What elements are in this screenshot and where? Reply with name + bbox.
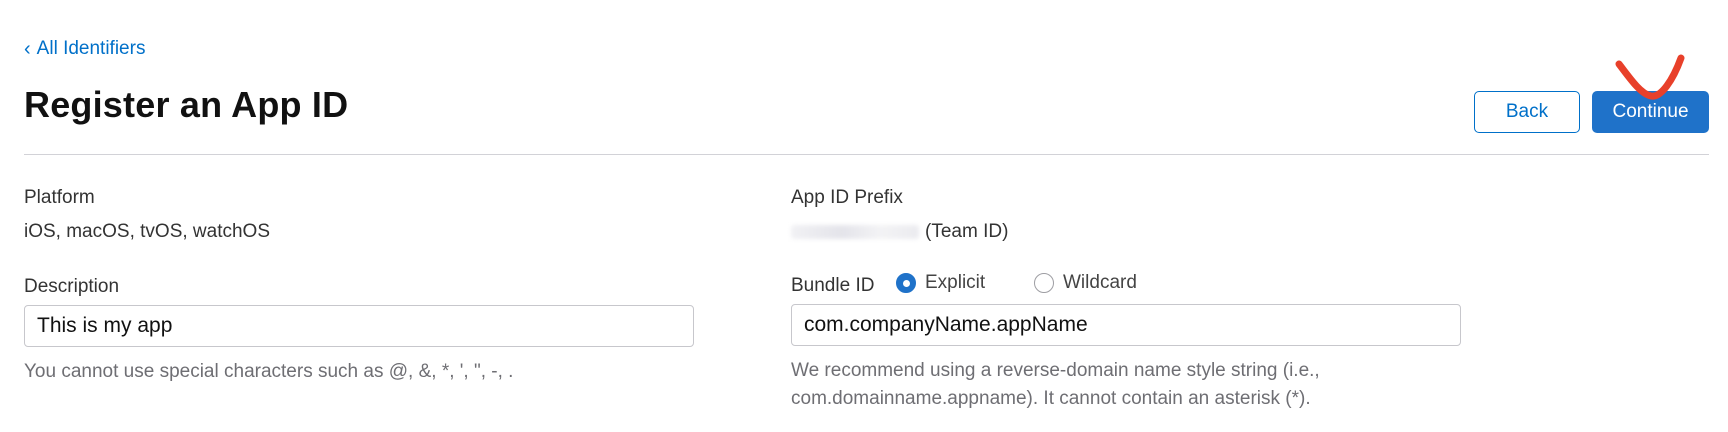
bundle-id-help-line1: We recommend using a reverse-domain name…: [791, 360, 1320, 381]
description-help-text: You cannot use special characters such a…: [24, 361, 514, 382]
team-id-suffix: (Team ID): [925, 221, 1009, 242]
redacted-team-id: [791, 224, 919, 239]
radio-wildcard[interactable]: Wildcard: [1034, 272, 1137, 294]
app-id-prefix-label: App ID Prefix: [791, 187, 903, 208]
all-identifiers-label: All Identifiers: [36, 38, 146, 59]
radio-explicit[interactable]: Explicit: [896, 272, 985, 294]
bundle-id-label: Bundle ID: [791, 275, 875, 296]
back-button[interactable]: Back: [1474, 91, 1580, 133]
platform-value: iOS, macOS, tvOS, watchOS: [24, 221, 271, 242]
bundle-id-input[interactable]: [791, 304, 1461, 346]
radio-checked-icon: [896, 273, 916, 293]
radio-explicit-label: Explicit: [925, 272, 986, 293]
bundle-id-help-line2: com.domainname.appname). It cannot conta…: [791, 388, 1311, 409]
header-divider: [24, 154, 1709, 155]
platform-label: Platform: [24, 187, 95, 208]
radio-wildcard-label: Wildcard: [1063, 272, 1137, 293]
page-title: Register an App ID: [24, 84, 349, 125]
chevron-left-icon: ‹: [24, 38, 31, 60]
register-app-id-page: ‹ All Identifiers Register an App ID Bac…: [0, 0, 1728, 432]
all-identifiers-link[interactable]: ‹ All Identifiers: [24, 38, 145, 60]
app-id-prefix-value: (Team ID): [791, 221, 1008, 243]
radio-unchecked-icon: [1034, 273, 1054, 293]
continue-button[interactable]: Continue: [1592, 91, 1709, 133]
description-input[interactable]: [24, 305, 694, 347]
description-label: Description: [24, 276, 120, 297]
